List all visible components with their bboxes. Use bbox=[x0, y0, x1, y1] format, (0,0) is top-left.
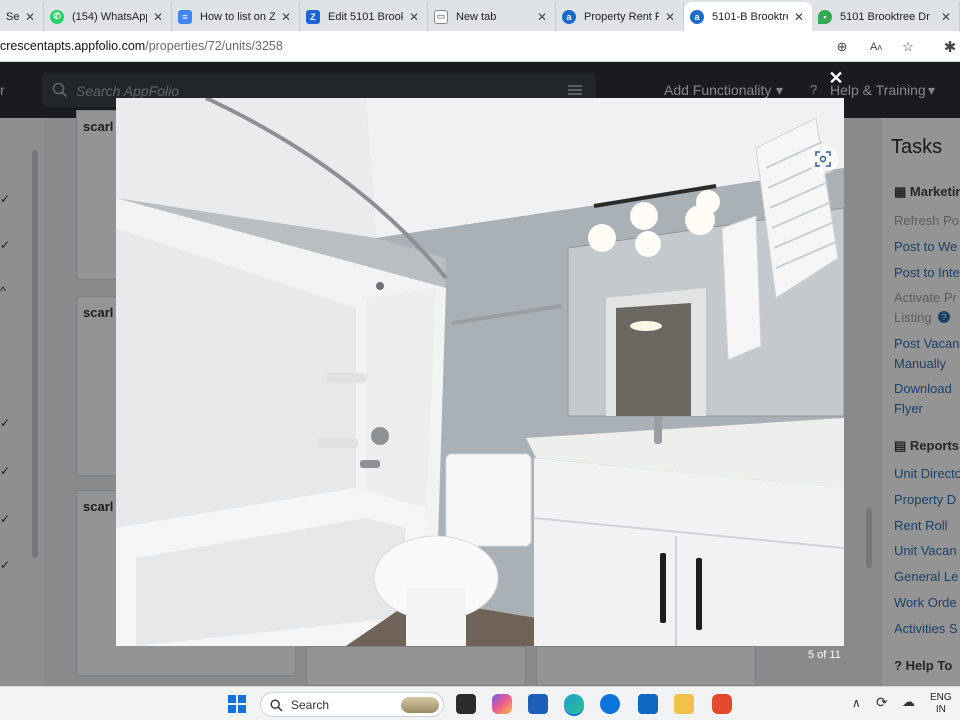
close-tab-icon[interactable]: ✕ bbox=[535, 10, 549, 24]
task-view-icon[interactable] bbox=[456, 694, 476, 714]
close-tab-icon[interactable]: ✕ bbox=[792, 10, 806, 24]
tab-title: Edit 5101 Brooktree bbox=[328, 10, 403, 23]
appfolio-icon: a bbox=[562, 9, 576, 24]
close-icon[interactable]: ✕ bbox=[828, 69, 844, 87]
maps-icon: • bbox=[818, 9, 832, 24]
close-tab-icon[interactable]: ✕ bbox=[407, 10, 421, 24]
url-host: crescentapts.appfolio.com bbox=[0, 39, 146, 53]
language-indicator[interactable]: ENG IN bbox=[930, 692, 952, 716]
tab-title: Property Rent Roll bbox=[584, 10, 659, 23]
new-tab-icon: ▭ bbox=[434, 9, 448, 24]
favorite-star-icon[interactable]: ☆ bbox=[898, 37, 918, 57]
tab-whatsapp[interactable]: ✆ (154) WhatsApp ✕ bbox=[44, 2, 172, 31]
tab-rent-roll[interactable]: a Property Rent Roll ✕ bbox=[556, 2, 684, 31]
tab-title: 5101 Brooktree Dr bbox=[840, 10, 930, 23]
search-icon bbox=[270, 699, 283, 712]
tab-unit-active[interactable]: a 5101-B Brooktree ✕ bbox=[684, 2, 812, 31]
close-tab-icon[interactable]: ✕ bbox=[663, 10, 677, 24]
chevron-up-icon[interactable]: ∧ bbox=[852, 696, 861, 710]
tab-title: (154) WhatsApp bbox=[72, 10, 147, 23]
taskbar-search-label: Search bbox=[291, 698, 330, 712]
tab-search[interactable]: Search ✕ bbox=[0, 2, 44, 31]
tab-maps[interactable]: • 5101 Brooktree Dr ✕ bbox=[812, 2, 960, 31]
zoom-icon[interactable] bbox=[808, 144, 838, 174]
cloud-icon[interactable]: ☁ bbox=[902, 694, 915, 710]
windows-taskbar: Search ∧ ⟳ ☁ ENG IN bbox=[0, 686, 960, 720]
windows-start-icon[interactable] bbox=[228, 695, 246, 713]
photo-illustration bbox=[116, 98, 844, 646]
tab-zillow[interactable]: Z Edit 5101 Brooktree ✕ bbox=[300, 2, 428, 31]
search-highlight-image bbox=[401, 697, 439, 713]
edge-icon[interactable] bbox=[564, 694, 584, 714]
zoom-glyph bbox=[815, 151, 831, 167]
read-aloud-icon[interactable]: Aʌ bbox=[866, 37, 886, 57]
close-tab-icon[interactable]: ✕ bbox=[279, 10, 293, 24]
docs-icon: ≡ bbox=[178, 9, 192, 24]
store-icon[interactable] bbox=[528, 694, 548, 714]
tab-new-tab[interactable]: ▭ New tab ✕ bbox=[428, 2, 556, 31]
dell-icon[interactable] bbox=[600, 694, 620, 714]
taskbar-search-input[interactable]: Search bbox=[260, 692, 444, 717]
photo-counter: 5 of 11 bbox=[808, 649, 841, 661]
close-tab-icon[interactable]: ✕ bbox=[23, 10, 37, 24]
extensions-icon[interactable]: ✱ bbox=[940, 37, 960, 57]
appfolio-icon: a bbox=[690, 9, 704, 24]
tab-google-docs[interactable]: ≡ How to list on Zillow ✕ bbox=[172, 2, 300, 31]
tab-title: New tab bbox=[456, 10, 497, 23]
close-tab-icon[interactable]: ✕ bbox=[939, 10, 953, 24]
wps-office-icon[interactable] bbox=[712, 694, 732, 714]
copilot-icon[interactable] bbox=[492, 694, 512, 714]
close-tab-icon[interactable]: ✕ bbox=[151, 10, 165, 24]
address-bar[interactable]: crescentapts.appfolio.com/properties/72/… bbox=[0, 31, 960, 62]
bathroom-photo bbox=[116, 98, 844, 646]
zillow-icon: Z bbox=[306, 9, 320, 24]
browser-tab-strip: Search ✕ ✆ (154) WhatsApp ✕ ≡ How to lis… bbox=[0, 0, 960, 31]
lang-line2: IN bbox=[935, 704, 946, 715]
sync-icon[interactable]: ⟳ bbox=[876, 694, 888, 711]
url-path: /properties/72/units/3258 bbox=[145, 39, 283, 53]
url-text[interactable]: crescentapts.appfolio.com/properties/72/… bbox=[0, 39, 283, 53]
zoom-in-icon[interactable]: ⊕ bbox=[832, 37, 852, 57]
tab-title: 5101-B Brooktree bbox=[712, 10, 788, 23]
outlook-icon[interactable] bbox=[638, 694, 658, 714]
lang-line1: ENG bbox=[930, 692, 952, 703]
file-explorer-icon[interactable] bbox=[674, 694, 694, 714]
tab-title: How to list on Zillow bbox=[200, 10, 275, 23]
tab-title: Search bbox=[6, 10, 19, 23]
whatsapp-icon: ✆ bbox=[50, 9, 64, 24]
